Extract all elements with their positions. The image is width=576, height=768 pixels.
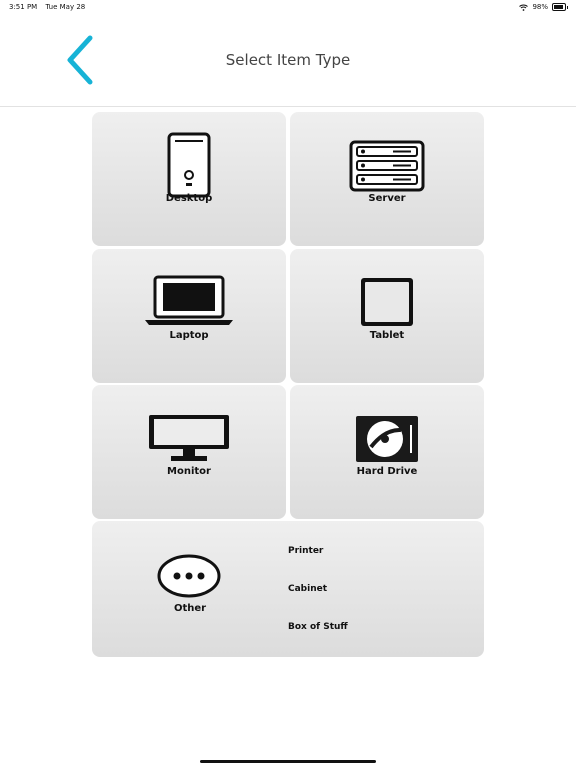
option-printer[interactable]: Printer [288,546,323,556]
more-dots-icon[interactable] [156,553,222,599]
tile-hard-drive[interactable]: Hard Drive [290,385,484,519]
home-indicator[interactable] [200,760,376,763]
wifi-icon [519,4,529,11]
battery-percent: 98% [532,3,548,11]
tile-desktop[interactable]: Desktop [92,112,286,246]
hard-drive-icon [356,416,418,462]
tile-label: Server [368,193,406,204]
other-label[interactable]: Other [138,603,242,614]
status-date: Tue May 28 [45,3,86,11]
tile-label: Laptop [169,330,209,341]
tile-server[interactable]: Server [290,112,484,246]
status-time: 3:51 PM [9,3,38,11]
tile-tablet[interactable]: Tablet [290,249,484,383]
option-cabinet[interactable]: Cabinet [288,584,327,594]
tile-label: Desktop [165,193,213,204]
laptop-icon [145,275,233,325]
server-rack-icon [349,140,425,192]
header: Select Item Type [0,14,576,107]
tile-other: Other Printer Cabinet Box of Stuff [92,521,484,657]
monitor-icon [149,415,229,461]
tile-label: Monitor [167,466,211,477]
tile-laptop[interactable]: Laptop [92,249,286,383]
status-left: 3:51 PM Tue May 28 [9,3,85,11]
battery-icon [552,3,566,11]
option-box-of-stuff[interactable]: Box of Stuff [288,622,348,632]
status-bar: 3:51 PM Tue May 28 98% [0,0,576,14]
status-right: 98% [519,3,568,11]
tile-label: Hard Drive [356,466,418,477]
tile-monitor[interactable]: Monitor [92,385,286,519]
desktop-tower-icon [167,132,211,198]
tablet-icon [361,278,413,326]
battery-tip [567,5,568,9]
tile-label: Tablet [369,330,405,341]
page-title: Select Item Type [225,51,351,69]
